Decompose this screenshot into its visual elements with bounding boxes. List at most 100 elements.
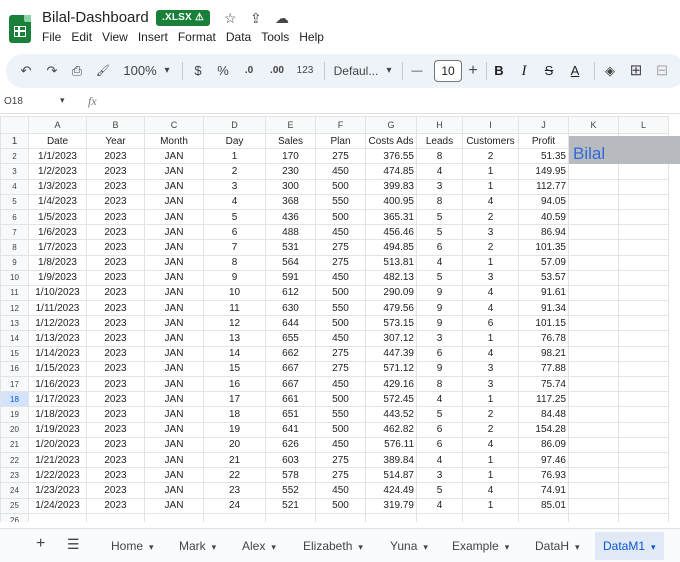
data-cell[interactable]: 86.09 (518, 436, 569, 453)
empty-cell[interactable] (618, 451, 669, 469)
empty-cell[interactable] (618, 208, 669, 226)
paint-format-icon[interactable]: 🖌 (94, 54, 112, 88)
data-cell[interactable]: 2023 (86, 163, 145, 180)
data-cell[interactable]: 101.15 (518, 315, 569, 332)
data-cell[interactable]: 564 (265, 254, 316, 271)
data-cell[interactable]: JAN (144, 421, 204, 438)
data-cell[interactable]: 399.83 (365, 178, 417, 195)
add-sheet-button[interactable]: + (36, 535, 45, 553)
data-cell[interactable]: 1/13/2023 (28, 330, 87, 347)
data-cell[interactable]: 3 (462, 224, 519, 241)
row-header[interactable]: 2 (0, 148, 29, 165)
data-cell[interactable]: 4 (416, 451, 463, 469)
empty-cell[interactable] (618, 360, 669, 378)
header-cell[interactable]: Customers (462, 132, 519, 150)
undo-icon[interactable]: ↶ (18, 54, 34, 88)
data-cell[interactable]: 13 (203, 330, 266, 347)
data-cell[interactable]: 3 (416, 467, 463, 484)
empty-cell[interactable] (568, 451, 619, 469)
column-header-h[interactable]: H (416, 116, 463, 134)
data-cell[interactable]: 17 (203, 391, 266, 408)
data-cell[interactable]: 21 (203, 451, 266, 469)
data-cell[interactable]: 6 (416, 345, 463, 362)
data-cell[interactable]: 9 (416, 360, 463, 378)
data-cell[interactable]: 14 (203, 345, 266, 362)
data-cell[interactable]: 2023 (86, 269, 145, 286)
data-cell[interactable]: 500 (315, 178, 366, 195)
data-cell[interactable]: 1/16/2023 (28, 375, 87, 393)
data-cell[interactable]: 572.45 (365, 391, 417, 408)
data-cell[interactable]: 450 (315, 482, 366, 499)
name-box[interactable]: O18 (4, 96, 23, 107)
empty-cell[interactable] (568, 284, 619, 302)
empty-cell[interactable] (618, 224, 669, 241)
data-cell[interactable]: 18 (203, 406, 266, 423)
data-cell[interactable]: 641 (265, 421, 316, 438)
text-color-button[interactable]: A (567, 54, 583, 88)
data-cell[interactable]: 376.55 (365, 148, 417, 165)
row-header[interactable]: 9 (0, 254, 29, 271)
data-cell[interactable]: 1/17/2023 (28, 391, 87, 408)
empty-cell[interactable] (568, 330, 619, 347)
row-header[interactable]: 12 (0, 300, 29, 317)
data-cell[interactable]: 6 (416, 436, 463, 453)
data-cell[interactable]: JAN (144, 178, 204, 195)
data-cell[interactable]: 2 (203, 163, 266, 180)
data-cell[interactable]: 2023 (86, 178, 145, 195)
data-cell[interactable]: 22 (203, 467, 266, 484)
data-cell[interactable]: 4 (416, 254, 463, 271)
sheet-tab-elizabeth[interactable]: Elizabeth ▾ (303, 532, 363, 560)
star-icon[interactable]: ☆ (224, 9, 237, 27)
row-header[interactable]: 3 (0, 163, 29, 180)
data-cell[interactable]: 474.85 (365, 163, 417, 180)
data-cell[interactable]: 4 (462, 345, 519, 362)
data-cell[interactable]: 521 (265, 497, 316, 514)
data-cell[interactable]: 8 (203, 254, 266, 271)
data-cell[interactable]: 9 (416, 315, 463, 332)
number-format-button[interactable]: 123 (294, 54, 316, 88)
empty-cell[interactable] (568, 178, 619, 195)
data-cell[interactable]: 3 (416, 178, 463, 195)
row-header[interactable]: 25 (0, 497, 29, 514)
data-cell[interactable]: 51.35 (518, 148, 569, 165)
chevron-down-icon[interactable]: ▾ (358, 542, 363, 552)
column-header-j[interactable]: J (518, 116, 569, 134)
data-cell[interactable]: 5 (416, 482, 463, 499)
menu-tools[interactable]: Tools (261, 30, 289, 44)
empty-cell[interactable] (618, 300, 669, 317)
sheet-tab-home[interactable]: Home ▾ (111, 532, 154, 560)
data-cell[interactable]: 450 (315, 163, 366, 180)
sheet-tab-alex[interactable]: Alex ▾ (242, 532, 276, 560)
data-cell[interactable]: 300 (265, 178, 316, 195)
row-header[interactable]: 14 (0, 330, 29, 347)
data-cell[interactable]: 2023 (86, 467, 145, 484)
data-cell[interactable]: JAN (144, 148, 204, 165)
data-cell[interactable]: JAN (144, 254, 204, 271)
data-cell[interactable]: 662 (265, 345, 316, 362)
data-cell[interactable]: 2023 (86, 421, 145, 438)
data-cell[interactable]: 275 (315, 451, 366, 469)
empty-cell[interactable] (568, 224, 619, 241)
data-cell[interactable]: 10 (203, 284, 266, 302)
data-cell[interactable]: 9 (203, 269, 266, 286)
data-cell[interactable]: 2023 (86, 391, 145, 408)
row-header[interactable]: 18 (0, 391, 29, 408)
data-cell[interactable]: 2023 (86, 239, 145, 256)
empty-cell[interactable] (618, 163, 669, 180)
menu-file[interactable]: File (42, 30, 61, 44)
data-cell[interactable]: 514.87 (365, 467, 417, 484)
empty-cell[interactable] (462, 512, 519, 522)
data-cell[interactable]: 500 (315, 208, 366, 226)
data-cell[interactable]: 591 (265, 269, 316, 286)
menu-insert[interactable]: Insert (138, 30, 168, 44)
empty-cell[interactable] (568, 300, 619, 317)
empty-cell[interactable] (568, 436, 619, 453)
data-cell[interactable]: 76.78 (518, 330, 569, 347)
empty-cell[interactable] (618, 284, 669, 302)
column-header-g[interactable]: G (365, 116, 417, 134)
data-cell[interactable]: 11 (203, 300, 266, 317)
data-cell[interactable]: 2023 (86, 284, 145, 302)
empty-cell[interactable] (618, 345, 669, 362)
data-cell[interactable]: 6 (462, 315, 519, 332)
data-cell[interactable]: 450 (315, 330, 366, 347)
